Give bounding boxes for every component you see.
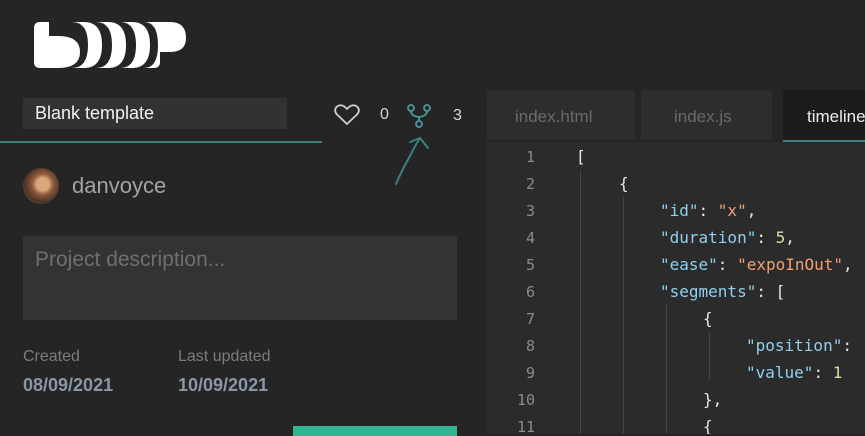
save-button[interactable] <box>293 426 457 436</box>
line-number: 5 <box>525 256 535 274</box>
indent-guide <box>623 196 624 434</box>
line-number: 1 <box>525 148 535 166</box>
updated-label: Last updated <box>178 348 271 365</box>
author-name[interactable]: danvoyce <box>72 173 166 199</box>
line-number: 11 <box>516 418 535 434</box>
line-number: 3 <box>525 202 535 220</box>
code-line: "value": 1 <box>746 363 843 382</box>
tab-timeline-json[interactable]: timeline.json <box>783 90 865 140</box>
like-count: 0 <box>380 106 389 123</box>
updated-info: Last updated 10/09/2021 <box>178 348 271 396</box>
indent-guide <box>709 332 710 380</box>
code-editor: index.html index.js timeline.json 1 2 3 … <box>487 90 865 434</box>
line-number: 8 <box>525 337 535 355</box>
code-line: "ease": "expoInOut", <box>660 255 853 274</box>
indent-guide <box>666 304 667 434</box>
avatar[interactable] <box>23 168 59 204</box>
code-line: }, <box>703 390 723 409</box>
created-date: 08/09/2021 <box>23 375 114 395</box>
code-line: { <box>619 174 629 193</box>
heart-icon <box>334 104 360 125</box>
project-info-panel: 0 3 danvoyce Created 08/09/2021 Last upd… <box>0 90 483 436</box>
project-title-input[interactable] <box>23 98 287 129</box>
line-number: 4 <box>525 229 535 247</box>
line-number: 6 <box>525 283 535 301</box>
code-line: "position": <box>746 336 852 355</box>
project-description-field[interactable] <box>23 236 457 320</box>
curved-arrow-icon <box>395 137 429 185</box>
title-underline <box>0 141 322 143</box>
line-number-gutter: 1 2 3 4 5 6 7 8 9 10 11 <box>487 142 555 434</box>
tab-index-js[interactable]: index.js <box>641 90 772 140</box>
code-line: { <box>703 309 713 328</box>
fork-icon <box>407 104 431 128</box>
fork-button[interactable]: 3 <box>406 104 462 128</box>
app-logo[interactable] <box>34 22 186 68</box>
top-bar <box>0 0 865 90</box>
indent-guide <box>580 170 581 434</box>
code-line: [ <box>576 147 586 166</box>
code-line: "duration": 5, <box>660 228 795 247</box>
created-label: Created <box>23 348 80 365</box>
code-line: { <box>703 417 713 434</box>
line-number: 9 <box>525 364 535 382</box>
tab-index-html[interactable]: index.html <box>487 90 635 140</box>
author[interactable]: danvoyce <box>23 168 166 204</box>
line-number: 7 <box>525 310 535 328</box>
updated-date: 10/09/2021 <box>178 375 269 395</box>
line-number: 2 <box>525 175 535 193</box>
file-tabs: index.html index.js timeline.json <box>487 90 865 142</box>
code-area[interactable]: 1 2 3 4 5 6 7 8 9 10 11 [ { "id": "x", "… <box>487 142 865 434</box>
code-line: "segments": [ <box>660 282 786 301</box>
code-line: "id": "x", <box>660 201 757 220</box>
fork-count: 3 <box>453 107 462 124</box>
like-button[interactable]: 0 <box>334 104 389 126</box>
line-number: 10 <box>516 391 535 409</box>
created-info: Created 08/09/2021 <box>23 348 113 396</box>
